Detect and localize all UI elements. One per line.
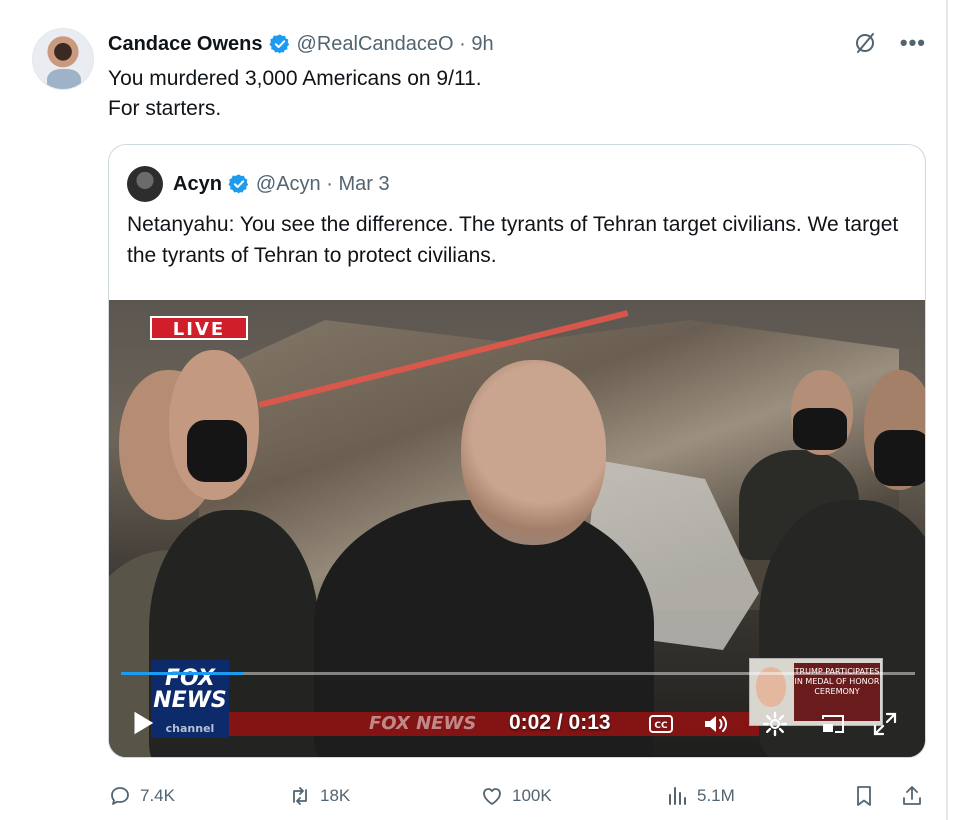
video-player[interactable]: LIVE FOX NEWS FOX NEWS channel TRUMP PAR…: [109, 300, 925, 757]
tweet-text: You murdered 3,000 Americans on 9/11. Fo…: [108, 64, 908, 124]
captions-icon[interactable]: CC: [647, 710, 675, 738]
verified-badge-icon: [228, 174, 249, 194]
reply-count: 7.4K: [140, 786, 175, 805]
like-button[interactable]: 100K: [480, 780, 552, 812]
video-progress-bar[interactable]: [121, 672, 915, 675]
more-icon[interactable]: •••: [900, 32, 926, 54]
grok-icon[interactable]: [852, 30, 878, 56]
timeline-border: [946, 0, 948, 820]
tweet[interactable]: Candace Owens @RealCandaceO · 9h ••• You…: [0, 0, 946, 820]
gear-icon[interactable]: [761, 710, 789, 738]
bookmark-icon: [857, 786, 871, 806]
svg-text:CC: CC: [654, 721, 668, 731]
views-icon: [669, 787, 686, 805]
retweet-count: 18K: [320, 786, 351, 805]
video-scene-mask: [793, 408, 847, 450]
fullscreen-icon[interactable]: [871, 710, 899, 738]
video-scene-mask: [874, 430, 925, 486]
bookmark-button[interactable]: [852, 780, 884, 812]
tweet-actions: 7.4K 18K 100K 5.1M: [108, 780, 926, 812]
reply-button[interactable]: 7.4K: [108, 780, 175, 812]
tweet-header: Candace Owens @RealCandaceO · 9h: [108, 30, 494, 58]
quoted-header: Acyn @Acyn · Mar 3: [127, 166, 390, 202]
heart-icon: [483, 788, 501, 805]
quoted-author-avatar: [127, 166, 163, 202]
share-button[interactable]: [900, 780, 932, 812]
like-count: 100K: [512, 786, 552, 805]
tweet-top-actions: •••: [852, 30, 926, 56]
verified-badge-icon: [268, 34, 289, 54]
video-controls: 0:02 / 0:13 CC: [109, 690, 925, 756]
author-handle-time[interactable]: @RealCandaceO · 9h: [297, 33, 494, 56]
author-avatar[interactable]: [32, 28, 94, 90]
volume-icon[interactable]: [701, 710, 729, 738]
share-icon: [903, 786, 921, 805]
tweet-text-line: For starters.: [108, 97, 222, 120]
retweet-icon: [293, 787, 307, 805]
quoted-handle-time: @Acyn · Mar 3: [255, 172, 390, 195]
video-time: 0:02 / 0:13: [509, 711, 611, 734]
pip-icon[interactable]: [819, 710, 847, 738]
video-progress-fill: [121, 672, 244, 675]
reply-icon: [111, 787, 129, 805]
author-name[interactable]: Candace Owens: [108, 33, 263, 56]
views-button[interactable]: 5.1M: [665, 780, 735, 812]
quoted-author-name: Acyn: [173, 172, 222, 195]
view-count: 5.1M: [697, 786, 735, 805]
live-badge: LIVE: [150, 316, 248, 340]
quoted-tweet[interactable]: Acyn @Acyn · Mar 3 Netanyahu: You see th…: [108, 144, 926, 758]
quoted-text: Netanyahu: You see the difference. The t…: [127, 213, 899, 267]
retweet-button[interactable]: 18K: [288, 780, 350, 812]
video-scene-speaker: [461, 360, 606, 545]
video-scene-mask: [187, 420, 247, 482]
tweet-text-line: You murdered 3,000 Americans on 9/11.: [108, 67, 482, 90]
play-icon[interactable]: [127, 708, 157, 738]
